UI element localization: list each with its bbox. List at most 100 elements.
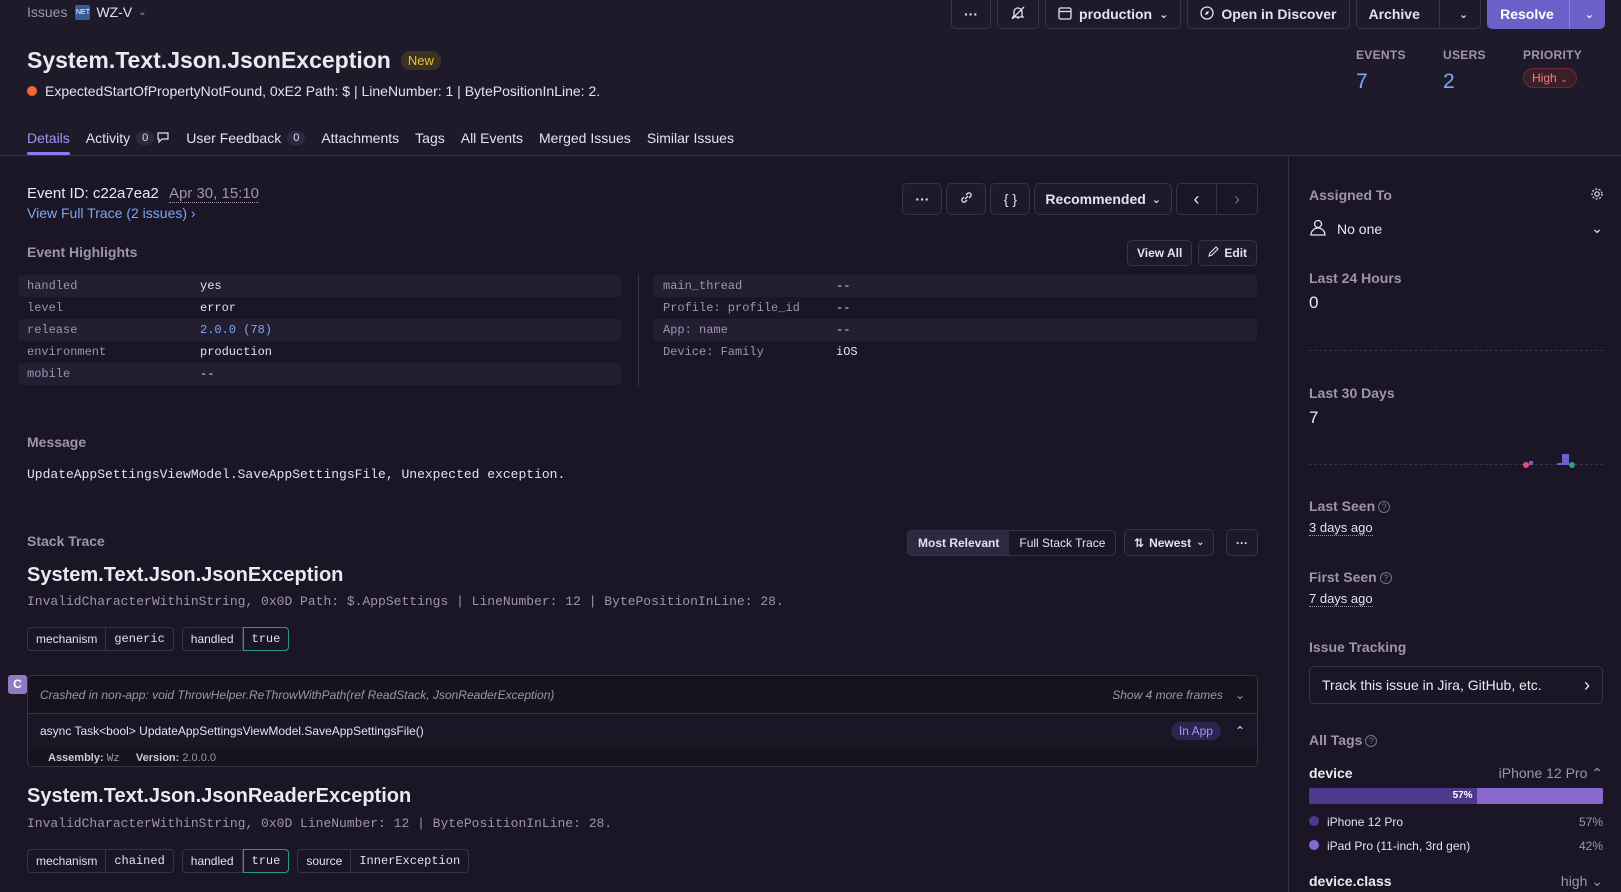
highlight-key: main_thread [663, 279, 743, 293]
last-seen-label: Last Seen [1309, 498, 1376, 514]
tab-label: User Feedback [186, 130, 282, 146]
breadcrumb: Issues NET WZ-V ⌄ [27, 4, 147, 20]
chevron-left-icon: ‹ [1193, 188, 1200, 209]
archive-button[interactable]: Archive ⌄ [1355, 0, 1482, 29]
tab-label: Attachments [321, 130, 400, 146]
event-id: Event ID: c22a7ea2 Apr 30, 15:10 [27, 185, 260, 203]
tab-details[interactable]: Details [27, 121, 70, 155]
events-count[interactable]: 7 [1356, 70, 1406, 94]
recommended-dropdown[interactable]: Recommended ⌄ [1034, 183, 1172, 215]
stack-more-button[interactable]: ··· [1226, 529, 1258, 556]
tag-value-row[interactable]: iPhone 12 Pro 57% [1309, 810, 1603, 834]
chevron-down-icon: ⌄ [1151, 193, 1161, 206]
users-label: USERS [1443, 48, 1486, 62]
issue-header: Issues NET WZ-V ⌄ ··· production ⌄ Open … [0, 0, 1621, 156]
event-highlights-heading: Event Highlights [27, 244, 138, 260]
assigned-to-heading: Assigned To [1309, 187, 1392, 203]
mechanism-tag: mechanism generic [27, 627, 174, 651]
tag-value-pct: 57% [1578, 815, 1603, 829]
highlight-key: level [27, 301, 64, 315]
tab-similar-issues[interactable]: Similar Issues [647, 121, 734, 155]
tab-user-feedback[interactable]: User Feedback 0 [186, 121, 306, 155]
more-actions-button[interactable]: ··· [951, 0, 992, 29]
chevron-down-icon: ⌄ [1234, 687, 1245, 702]
view-json-button[interactable]: { } [990, 183, 1031, 215]
view-all-button[interactable]: View All [1127, 240, 1193, 266]
assignee-dropdown[interactable]: No one ⌄ [1309, 218, 1603, 239]
chevron-up-icon[interactable]: ⌃ [1235, 724, 1245, 738]
tag-value-row[interactable]: iPad Pro (11-inch, 3rd gen) 42% [1309, 834, 1603, 858]
error-level-dot [27, 86, 37, 96]
tab-activity[interactable]: Activity 0 [86, 121, 170, 155]
project-breadcrumb[interactable]: NET WZ-V ⌄ [75, 4, 147, 20]
first-seen-value[interactable]: 7 days ago [1309, 591, 1373, 607]
crashed-frame-row[interactable]: Crashed in non-app: void ThrowHelper.ReT… [28, 676, 1257, 714]
edit-highlights-button[interactable]: Edit [1198, 240, 1258, 266]
device-tag-distribution[interactable]: device iPhone 12 Pro ⌃ 57% iPhone 12 Pro… [1309, 762, 1603, 858]
tab-tags[interactable]: Tags [415, 121, 445, 155]
highlight-value: iOS [836, 345, 858, 359]
recommended-label: Recommended [1045, 191, 1146, 207]
event-date: Apr 30, 15:10 [168, 185, 260, 203]
mute-button[interactable] [997, 0, 1040, 29]
last-seen-value[interactable]: 3 days ago [1309, 520, 1373, 536]
pencil-icon [1208, 246, 1220, 260]
issue-subtitle: ExpectedStartOfPropertyNotFound, 0xE2 Pa… [27, 83, 600, 99]
issue-title-text: System.Text.Json.JsonException [27, 47, 391, 73]
track-issue-button[interactable]: Track this issue in Jira, GitHub, etc. › [1309, 666, 1603, 704]
user-icon [1309, 218, 1327, 239]
all-tags-heading: All Tags? [1309, 732, 1378, 748]
gear-icon[interactable] [1590, 187, 1604, 206]
help-icon[interactable]: ? [1378, 501, 1391, 514]
chevron-right-icon: › [1234, 188, 1240, 209]
priority-stat: PRIORITY High ⌄ [1523, 48, 1582, 88]
tag-value: InnerException [359, 854, 461, 868]
environment-selector[interactable]: production ⌄ [1045, 0, 1182, 29]
archive-options-chevron-icon[interactable]: ⌄ [1447, 8, 1480, 21]
sort-label: Newest [1149, 535, 1192, 550]
chevron-down-icon: ⌄ [1591, 873, 1603, 889]
tab-all-events[interactable]: All Events [461, 121, 523, 155]
open-in-discover-button[interactable]: Open in Discover [1187, 0, 1350, 29]
highlight-key: release [27, 323, 78, 337]
project-name: WZ-V [96, 4, 133, 20]
device-class-tag[interactable]: device.class high ⌄ [1309, 873, 1603, 890]
breadcrumb-issues-link[interactable]: Issues [27, 4, 67, 20]
chevron-down-icon: ⌄ [1591, 220, 1603, 236]
help-icon[interactable]: ? [1365, 735, 1378, 748]
users-count[interactable]: 2 [1443, 70, 1486, 94]
assignee-value: No one [1337, 220, 1383, 237]
previous-event-button[interactable]: ‹ [1177, 184, 1217, 214]
highlight-key: Profile: profile_id [663, 301, 800, 315]
resolve-options-chevron-icon[interactable]: ⌄ [1581, 8, 1604, 21]
discover-icon [1200, 5, 1214, 23]
last-24-hours-heading: Last 24 Hours [1309, 270, 1402, 286]
assembly-value: Wz [106, 752, 120, 765]
first-seen-heading: First Seen? [1309, 569, 1392, 585]
event-more-button[interactable]: ··· [902, 183, 943, 215]
frame-function: async Task<bool> UpdateAppSettingsViewMo… [40, 724, 424, 738]
frame-row[interactable]: async Task<bool> UpdateAppSettingsViewMo… [28, 714, 1257, 748]
tag-top-value: iPhone 12 Pro [1498, 764, 1588, 781]
show-more-frames[interactable]: Show 4 more frames ⌄ [1112, 688, 1245, 702]
view-full-trace-link[interactable]: View Full Trace (2 issues) › [27, 205, 196, 221]
tab-merged-issues[interactable]: Merged Issues [539, 121, 631, 155]
sort-dropdown[interactable]: ⇅ Newest ⌄ [1124, 529, 1215, 556]
tag-key: mechanism [28, 850, 107, 872]
priority-dropdown[interactable]: High ⌄ [1523, 68, 1577, 88]
resolve-label: Resolve [1500, 6, 1554, 22]
most-relevant-toggle[interactable]: Most Relevant [908, 531, 1010, 555]
tag-key: source [298, 850, 352, 872]
tab-attachments[interactable]: Attachments [321, 121, 399, 155]
release-link[interactable]: 2.0.0 (78) [200, 323, 272, 337]
help-icon[interactable]: ? [1379, 572, 1392, 585]
handled-tag: handled true [181, 627, 290, 651]
tab-label: Tags [415, 130, 445, 146]
highlight-row: mobile -- [18, 363, 621, 385]
resolve-button[interactable]: Resolve ⌄ [1487, 0, 1605, 29]
full-stack-trace-toggle[interactable]: Full Stack Trace [1009, 531, 1115, 555]
next-event-button[interactable]: › [1217, 184, 1257, 214]
device-tag-bar-segment: 57% [1309, 788, 1477, 804]
exception-mechanism-tags: mechanism chained handled true source Inner… [27, 849, 470, 873]
copy-link-button[interactable] [946, 183, 987, 215]
